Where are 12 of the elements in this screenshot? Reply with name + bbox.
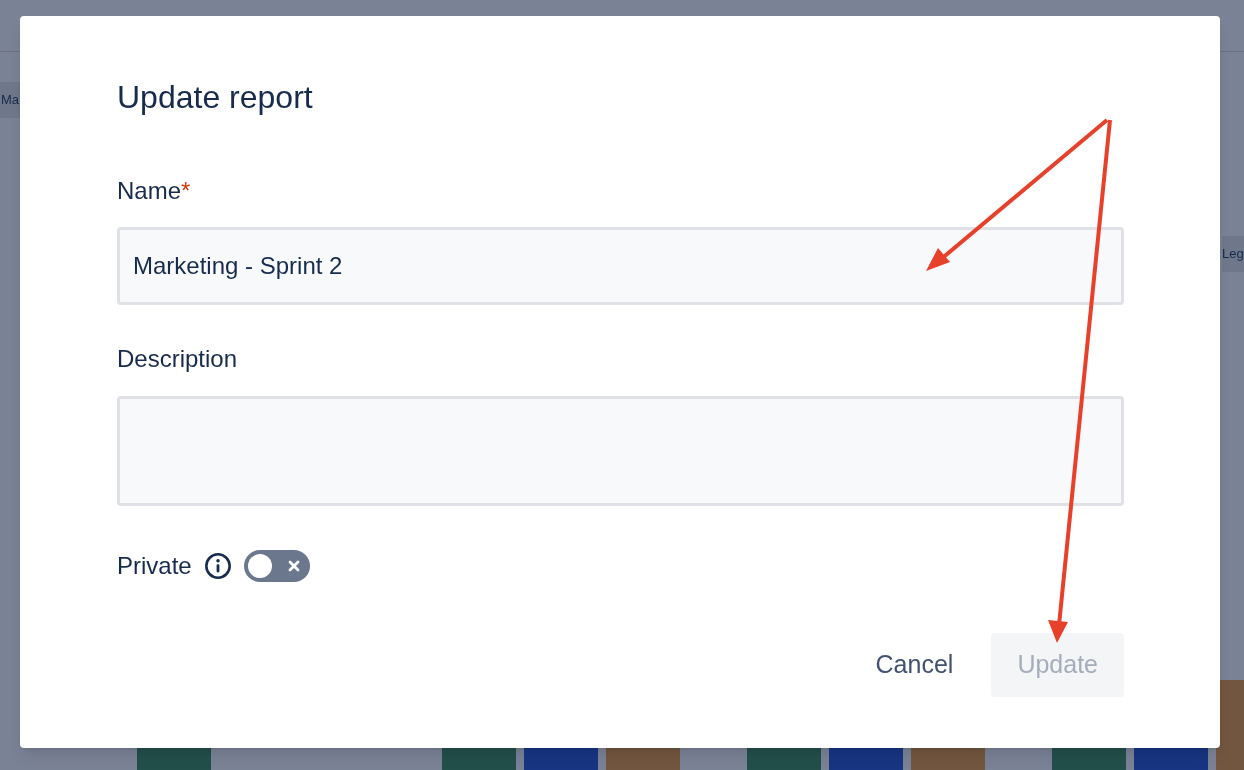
legend-chip: Leg [1222,236,1244,272]
description-field[interactable] [117,396,1124,506]
private-toggle[interactable] [243,550,310,582]
name-field[interactable]: Marketing - Sprint 2 [117,227,1124,305]
info-icon[interactable] [203,552,232,580]
cancel-button[interactable]: Cancel [849,633,980,697]
dialog-title: Update report [117,78,313,117]
field-label: Name* [117,176,191,206]
field-label: Description [117,344,238,374]
private-label: Private [117,551,192,581]
filter-chip: Ma [0,82,20,118]
cross-icon [287,560,300,572]
